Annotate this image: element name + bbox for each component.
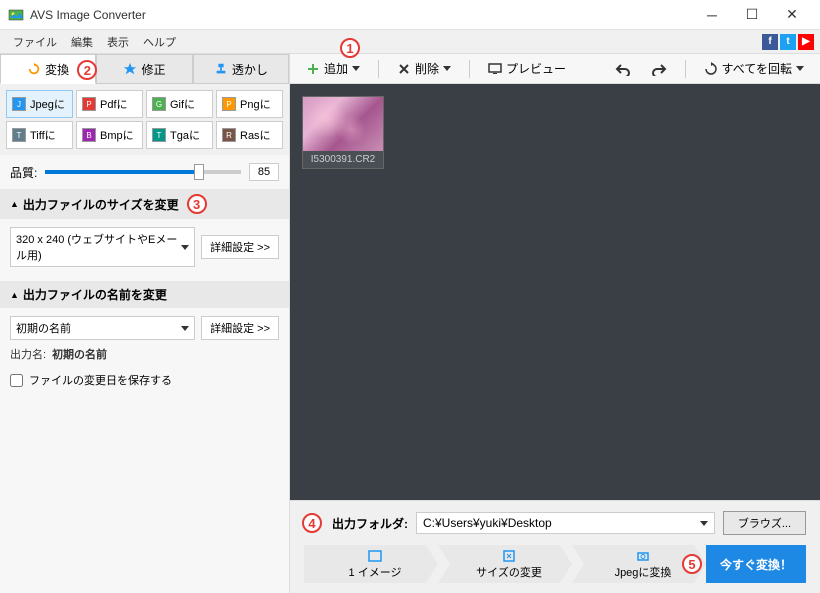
format-pdf[interactable]: PPdfに	[76, 90, 143, 118]
main-area: 1 追加 削除 プレビュー	[290, 54, 820, 593]
step-resize[interactable]: サイズの変更	[438, 545, 572, 583]
image-icon	[368, 549, 382, 563]
tab-watermark-label: 透かし	[232, 61, 268, 78]
output-name-value: 初期の名前	[52, 346, 107, 362]
output-folder-combo[interactable]: C:¥Users¥yuki¥Desktop	[416, 512, 715, 534]
remove-button[interactable]: 削除	[391, 57, 457, 80]
monitor-icon	[488, 62, 502, 76]
star-icon	[123, 62, 137, 76]
rename-advanced-button[interactable]: 詳細設定 >>	[201, 316, 279, 340]
chevron-down-icon	[181, 326, 189, 331]
add-button[interactable]: 追加	[300, 57, 366, 80]
quality-value[interactable]: 85	[249, 163, 279, 181]
social-links: f t ▶	[762, 34, 814, 50]
format-ras[interactable]: RRasに	[216, 121, 283, 149]
youtube-icon[interactable]: ▶	[798, 34, 814, 50]
maximize-button[interactable]: ☐	[732, 1, 772, 29]
menu-help[interactable]: ヘルプ	[136, 32, 183, 52]
resize-header[interactable]: ▲ 出力ファイルのサイズを変更 3	[0, 189, 289, 219]
toolbar: 1 追加 削除 プレビュー	[290, 54, 820, 84]
rename-body: 初期の名前 詳細設定 >> 出力名: 初期の名前 ファイルの変更日を保存する	[0, 308, 289, 400]
quality-row: 品質: 85	[0, 155, 289, 189]
minimize-button[interactable]: ─	[692, 1, 732, 29]
close-button[interactable]: ✕	[772, 1, 812, 29]
resize-icon	[502, 549, 516, 563]
thumbnail-image	[303, 97, 383, 151]
chevron-down-icon	[181, 245, 189, 250]
format-tiff[interactable]: TTiffに	[6, 121, 73, 149]
annotation-3: 3	[187, 194, 207, 214]
quality-label: 品質:	[10, 164, 37, 181]
rename-preset-combo[interactable]: 初期の名前	[10, 316, 195, 340]
menu-edit[interactable]: 編集	[64, 32, 100, 52]
chevron-down-icon	[700, 521, 708, 526]
refresh-icon	[27, 62, 41, 76]
preview-button[interactable]: プレビュー	[482, 57, 572, 80]
undo-icon	[615, 62, 631, 76]
format-grid: JJpegに PPdfに GGifに PPngに TTiffに BBmpに TT…	[0, 84, 289, 155]
resize-body: 320 x 240 (ウェブサイトやEメール用) 詳細設定 >>	[0, 219, 289, 281]
keep-date-checkbox[interactable]	[10, 374, 23, 387]
format-png[interactable]: PPngに	[216, 90, 283, 118]
redo-icon	[651, 62, 667, 76]
menu-file[interactable]: ファイル	[6, 32, 64, 52]
format-tga[interactable]: TTgaに	[146, 121, 213, 149]
rotate-all-button[interactable]: すべてを回転	[698, 57, 810, 80]
tab-correct-label: 修正	[141, 61, 165, 78]
keep-date-label: ファイルの変更日を保存する	[29, 372, 172, 388]
quality-slider[interactable]	[45, 170, 241, 174]
convert-now-button[interactable]: 今すぐ変換！	[706, 545, 806, 583]
x-icon	[397, 62, 411, 76]
chevron-down-icon	[443, 66, 451, 71]
app-icon	[8, 7, 24, 23]
titlebar: AVS Image Converter ─ ☐ ✕	[0, 0, 820, 30]
camera-icon	[636, 549, 650, 563]
thumbnail-filename: I5300391.CR2	[303, 151, 383, 168]
output-folder-label: 出力フォルダ:	[332, 515, 408, 532]
resize-preset-combo[interactable]: 320 x 240 (ウェブサイトやEメール用)	[10, 227, 195, 267]
chevron-down-icon	[796, 66, 804, 71]
format-gif[interactable]: GGifに	[146, 90, 213, 118]
tab-convert[interactable]: 変換 2	[0, 54, 96, 84]
window-title: AVS Image Converter	[30, 8, 692, 22]
plus-icon	[306, 62, 320, 76]
chevron-down-icon	[352, 66, 360, 71]
format-bmp[interactable]: BBmpに	[76, 121, 143, 149]
sidebar: 変換 2 修正 透かし JJpegに PPdfに GGifに PPngに TTi…	[0, 54, 290, 593]
resize-advanced-button[interactable]: 詳細設定 >>	[201, 235, 279, 259]
image-thumbnail[interactable]: I5300391.CR2	[302, 96, 384, 169]
sidebar-tabs: 変換 2 修正 透かし	[0, 54, 289, 84]
tab-watermark[interactable]: 透かし	[193, 54, 289, 84]
image-canvas[interactable]: I5300391.CR2	[290, 84, 820, 500]
undo-button[interactable]	[609, 59, 637, 79]
tab-convert-label: 変換	[45, 61, 69, 78]
menu-view[interactable]: 表示	[100, 32, 136, 52]
rename-header[interactable]: ▲ 出力ファイルの名前を変更	[0, 281, 289, 308]
tab-correct[interactable]: 修正	[96, 54, 192, 84]
steps-bar: 1 イメージ サイズの変更 Jpegに変換 5 今すぐ変換！	[304, 545, 806, 583]
facebook-icon[interactable]: f	[762, 34, 778, 50]
twitter-icon[interactable]: t	[780, 34, 796, 50]
step-images[interactable]: 1 イメージ	[304, 545, 438, 583]
annotation-4: 4	[302, 513, 322, 533]
redo-button[interactable]	[645, 59, 673, 79]
browse-button[interactable]: ブラウズ...	[723, 511, 806, 535]
menubar: ファイル 編集 表示 ヘルプ f t ▶	[0, 30, 820, 54]
stamp-icon	[214, 62, 228, 76]
annotation-5: 5	[682, 554, 702, 574]
rotate-icon	[704, 62, 718, 76]
window-controls: ─ ☐ ✕	[692, 1, 812, 29]
output-name-label: 出力名:	[10, 346, 46, 362]
bottom-panel: 4 出力フォルダ: C:¥Users¥yuki¥Desktop ブラウズ... …	[290, 500, 820, 593]
format-jpeg[interactable]: JJpegに	[6, 90, 73, 118]
annotation-2: 2	[77, 60, 97, 80]
step-format[interactable]: Jpegに変換 5	[572, 545, 706, 583]
